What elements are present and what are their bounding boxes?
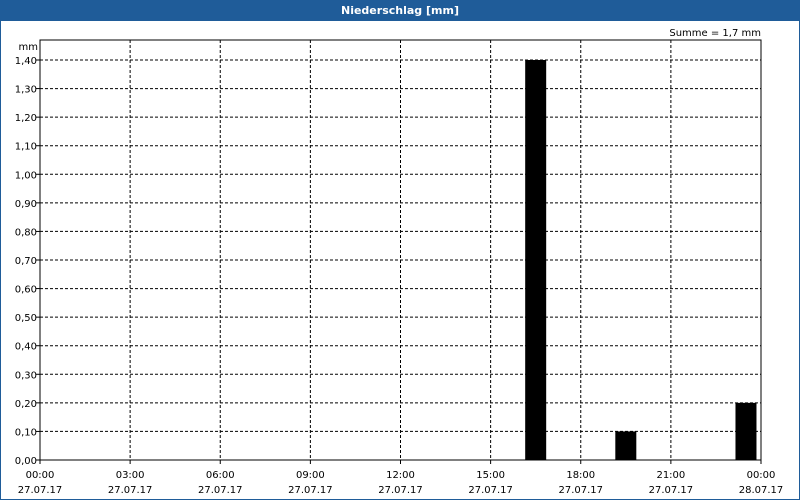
x-tick-time: 09:00 [296,470,325,481]
y-tick-label: 0,50 [15,313,37,324]
x-tick-date: 27.07.17 [108,485,153,496]
y-tick-label: 0,10 [15,427,37,438]
x-tick-date: 27.07.17 [558,485,603,496]
x-tick-date: 27.07.17 [198,485,243,496]
grid [40,40,761,460]
y-axis-unit: mm [19,42,38,53]
x-tick-time: 06:00 [206,470,235,481]
x-tick-time: 03:00 [116,470,145,481]
y-tick-label: 0,80 [15,227,37,238]
x-tick-time: 00:00 [26,470,55,481]
y-tick-label: 1,40 [15,56,37,67]
y-tick-label: 0,60 [15,285,37,296]
sum-label: Summe = 1,7 mm [669,28,761,39]
x-tick-time: 12:00 [386,470,415,481]
x-tick-time: 18:00 [566,470,595,481]
y-axis: 0,00 0,10 0,20 0,30 0,40 0,50 0,60 0,70 0,80 0,90… [15,56,40,467]
y-tick-label: 0,30 [15,370,37,381]
x-tick-date: 27.07.17 [288,485,333,496]
y-tick-label: 0,40 [15,342,37,353]
x-tick-time: 00:00 [747,470,776,481]
x-tick-date: 27.07.17 [649,485,694,496]
y-tick-label: 1,30 [15,85,37,96]
y-tick-label: 0,00 [15,456,37,467]
x-axis: 00:00 27.07.17 03:00 27.07.17 06:00 27.07.17 0… [18,460,784,496]
x-tick-date: 27.07.17 [18,485,63,496]
y-tick-label: 1,10 [15,142,37,153]
precipitation-chart: Summe = 1,7 mm mm 0,000,100,200,300,400,… [15,28,784,496]
precipitation-bar [525,60,547,460]
precipitation-bar [615,431,637,460]
y-tick-label: 0,70 [15,256,37,267]
y-tick-label: 0,90 [15,199,37,210]
y-tick-label: 0,20 [15,399,37,410]
x-tick-time: 15:00 [476,470,505,481]
y-tick-label: 1,00 [15,170,37,181]
x-tick-date: 27.07.17 [378,485,423,496]
y-tick-label: 1,20 [15,113,37,124]
x-tick-date: 28.07.17 [739,485,784,496]
precipitation-bar [735,402,757,460]
x-tick-date: 27.07.17 [468,485,513,496]
x-tick-time: 21:00 [656,470,685,481]
